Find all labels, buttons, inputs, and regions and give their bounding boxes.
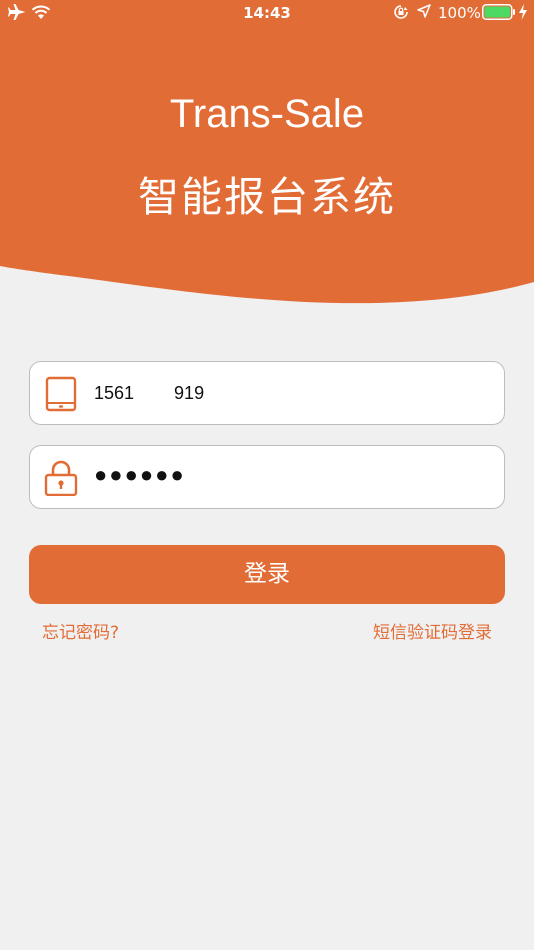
- tablet-icon: [45, 376, 77, 412]
- status-bar: 14:43 100%: [0, 0, 534, 28]
- header-wave-background: [0, 0, 534, 304]
- app-title: Trans-Sale: [169, 92, 365, 136]
- password-value: ●●●●●●: [94, 462, 186, 487]
- orientation-lock-icon: [393, 4, 409, 20]
- password-input[interactable]: ●●●●●●: [29, 445, 505, 509]
- battery-percent: 100%: [438, 4, 481, 22]
- phone-input[interactable]: 1561 919: [29, 361, 505, 425]
- forgot-password-link[interactable]: 忘记密码?: [42, 618, 119, 643]
- login-screen: 14:43 100% Trans-Sale 智能报台系统 1561 919 ●●…: [0, 0, 534, 950]
- phone-value: 1561 919: [94, 383, 205, 403]
- app-subtitle: 智能报台系统: [138, 173, 396, 221]
- battery-icon: [482, 4, 516, 20]
- lock-icon: [44, 460, 78, 496]
- location-icon: [417, 4, 431, 18]
- charging-icon: [518, 4, 528, 20]
- sms-login-link[interactable]: 短信验证码登录: [373, 618, 492, 643]
- login-button[interactable]: 登录: [29, 545, 505, 604]
